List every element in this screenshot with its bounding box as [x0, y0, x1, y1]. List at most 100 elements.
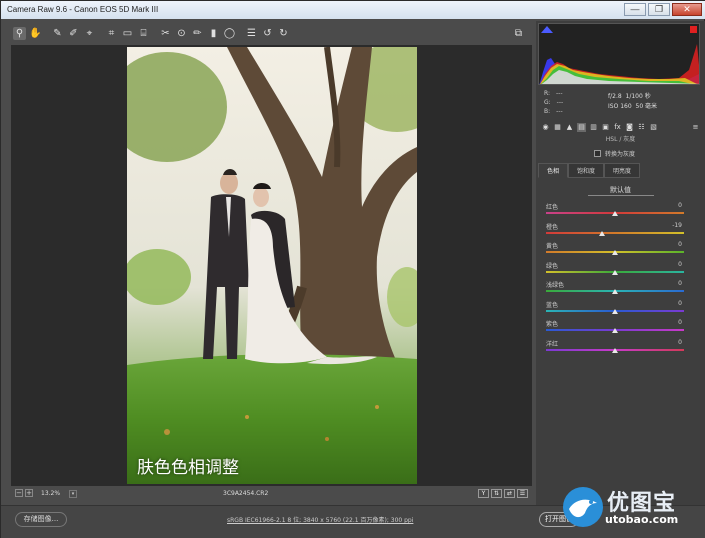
slider-thumb[interactable]: [598, 230, 605, 236]
tab-luminance[interactable]: 明亮度: [604, 163, 641, 178]
swap-settings-icon[interactable]: ⇅: [491, 489, 502, 498]
preferences-icon[interactable]: ☰: [245, 27, 258, 40]
status-bar: − + 13.2% ▾ 3C9A2454.CR2 Y ⇅ ⇄ ☰: [11, 487, 532, 501]
slider-value[interactable]: 0: [678, 202, 682, 209]
watermark: 优图宝 utobao.com: [561, 481, 701, 536]
effects-icon[interactable]: fx: [613, 123, 622, 132]
g-value: ---: [556, 99, 564, 106]
watermark-bird-icon: [563, 487, 603, 527]
slider-green[interactable]: 绿色 0: [546, 261, 696, 280]
slider-value[interactable]: 0: [678, 261, 682, 268]
r-value: ---: [556, 90, 563, 97]
slider-label: 橙色: [546, 223, 559, 231]
color-sampler-icon[interactable]: ✐: [67, 27, 80, 40]
straighten-icon[interactable]: ▭: [121, 27, 134, 40]
slider-value[interactable]: -19: [672, 222, 682, 229]
minimize-button[interactable]: —: [624, 3, 646, 16]
convert-grayscale[interactable]: 转换为灰度: [594, 149, 635, 158]
lens-corrections-icon[interactable]: ▣: [601, 123, 610, 132]
spot-removal-icon[interactable]: ✂: [159, 27, 172, 40]
zoom-icon[interactable]: ⚲: [13, 26, 26, 40]
slider-value[interactable]: 0: [678, 280, 682, 287]
maximize-button[interactable]: ❐: [648, 3, 670, 16]
slider-value[interactable]: 0: [678, 319, 682, 326]
slider-blue[interactable]: 蓝色 0: [546, 300, 696, 319]
zoom-buttons: − +: [15, 489, 33, 497]
window-controls: — ❐ ✕: [624, 3, 702, 16]
close-button[interactable]: ✕: [672, 3, 702, 16]
fullscreen-icon[interactable]: ⧉: [512, 27, 525, 40]
target-adjust-icon[interactable]: ⌖: [83, 27, 96, 40]
panel-menu-icon[interactable]: ≡: [691, 123, 700, 132]
zoom-dropdown-icon[interactable]: ▾: [69, 490, 77, 498]
subheading-underline: [588, 195, 654, 196]
crop-icon[interactable]: ⌗: [105, 27, 118, 40]
before-after-y-icon[interactable]: Y: [478, 489, 489, 498]
highlight-clipping-icon[interactable]: [690, 26, 697, 33]
slider-thumb[interactable]: [612, 289, 618, 294]
iso: ISO 160: [608, 103, 632, 110]
file-name: 3C9A2454.CR2: [223, 490, 269, 497]
focal-length: 50 毫米: [635, 103, 658, 110]
zoom-in-button[interactable]: +: [25, 489, 33, 497]
slider-red[interactable]: 红色 0: [546, 202, 696, 221]
watermark-url: utobao.com: [605, 513, 679, 526]
b-label: B:: [544, 108, 551, 115]
hsl-icon[interactable]: ▤: [577, 122, 586, 132]
slider-yellow[interactable]: 黄色 0: [546, 241, 696, 260]
slider-track[interactable]: [546, 231, 684, 234]
red-eye-icon[interactable]: ⊙: [175, 27, 188, 40]
grayscale-label: 转换为灰度: [605, 151, 636, 158]
slider-thumb[interactable]: [612, 347, 618, 353]
hand-icon[interactable]: ✋: [29, 27, 42, 40]
slider-thumb[interactable]: [612, 250, 618, 255]
tone-curve-icon[interactable]: ▦: [553, 123, 562, 132]
b-value: ---: [556, 108, 563, 115]
presets-icon[interactable]: ☷: [637, 123, 646, 132]
camera-calibration-icon[interactable]: ◙: [625, 123, 634, 132]
graduated-filter-icon[interactable]: ▮: [207, 27, 220, 40]
slider-aqua[interactable]: 浅绿色 0: [546, 280, 696, 299]
slider-magenta[interactable]: 洋红 0: [546, 339, 696, 358]
shadow-clipping-icon[interactable]: [541, 26, 553, 33]
rotate-left-icon[interactable]: ↺: [261, 27, 274, 40]
zoom-out-button[interactable]: −: [15, 489, 23, 497]
r-label: R:: [544, 90, 551, 97]
slider-value[interactable]: 0: [678, 339, 682, 346]
tab-hue[interactable]: 色相: [538, 163, 569, 178]
detail-icon[interactable]: ▲: [565, 123, 574, 132]
photo-caption: 肤色色相调整: [137, 458, 239, 478]
slider-value[interactable]: 0: [678, 241, 682, 248]
split-toning-icon[interactable]: ▥: [589, 123, 598, 132]
radial-filter-icon[interactable]: ◯: [223, 27, 236, 40]
panel-title: HSL / 灰度: [605, 136, 636, 143]
slider-thumb[interactable]: [612, 308, 618, 314]
default-link[interactable]: 默认值: [536, 185, 705, 195]
title-bar: Camera Raw 9.6 - Canon EOS 5D Mark III —…: [1, 1, 705, 19]
tab-saturation[interactable]: 饱和度: [568, 163, 605, 178]
white-balance-icon[interactable]: ✎: [51, 27, 64, 40]
snapshots-icon[interactable]: ▧: [649, 123, 658, 132]
slider-purple[interactable]: 紫色 0: [546, 319, 696, 338]
hsl-tabs: 色相 饱和度 明亮度: [538, 163, 703, 179]
slider-thumb[interactable]: [612, 328, 618, 333]
preview-canvas[interactable]: 肤色色相调整: [11, 45, 532, 486]
basic-panel-icon[interactable]: ◉: [541, 123, 550, 132]
slider-thumb[interactable]: [612, 211, 618, 216]
rotate-right-icon[interactable]: ↻: [277, 27, 290, 40]
view-settings-icon[interactable]: ☰: [517, 489, 528, 498]
transform-icon[interactable]: ⌸: [137, 27, 150, 40]
copy-settings-icon[interactable]: ⇄: [504, 489, 515, 498]
slider-label: 红色: [546, 204, 559, 211]
zoom-level: 13.2%: [41, 490, 61, 497]
slider-thumb[interactable]: [612, 269, 618, 275]
window-title: Camera Raw 9.6 - Canon EOS 5D Mark III: [7, 5, 159, 14]
slider-orange[interactable]: 橙色 -19: [546, 222, 696, 241]
preview-photo: 肤色色相调整: [127, 47, 417, 484]
slider-value[interactable]: 0: [678, 300, 682, 307]
adjustment-brush-icon[interactable]: ✏: [191, 27, 204, 40]
toolbar: ⚲ ✋ ✎ ✐ ⌖ ⌗ ▭ ⌸ ✂ ⊙ ✏ ▮ ◯ ☰ ↺ ↻ ⧉: [9, 23, 533, 43]
workflow-options-link[interactable]: sRGB IEC61966-2.1 8 位; 3840 x 5760 (22.1…: [227, 515, 413, 524]
grayscale-checkbox[interactable]: [594, 150, 601, 157]
save-image-button[interactable]: 存储图像...: [15, 512, 67, 527]
